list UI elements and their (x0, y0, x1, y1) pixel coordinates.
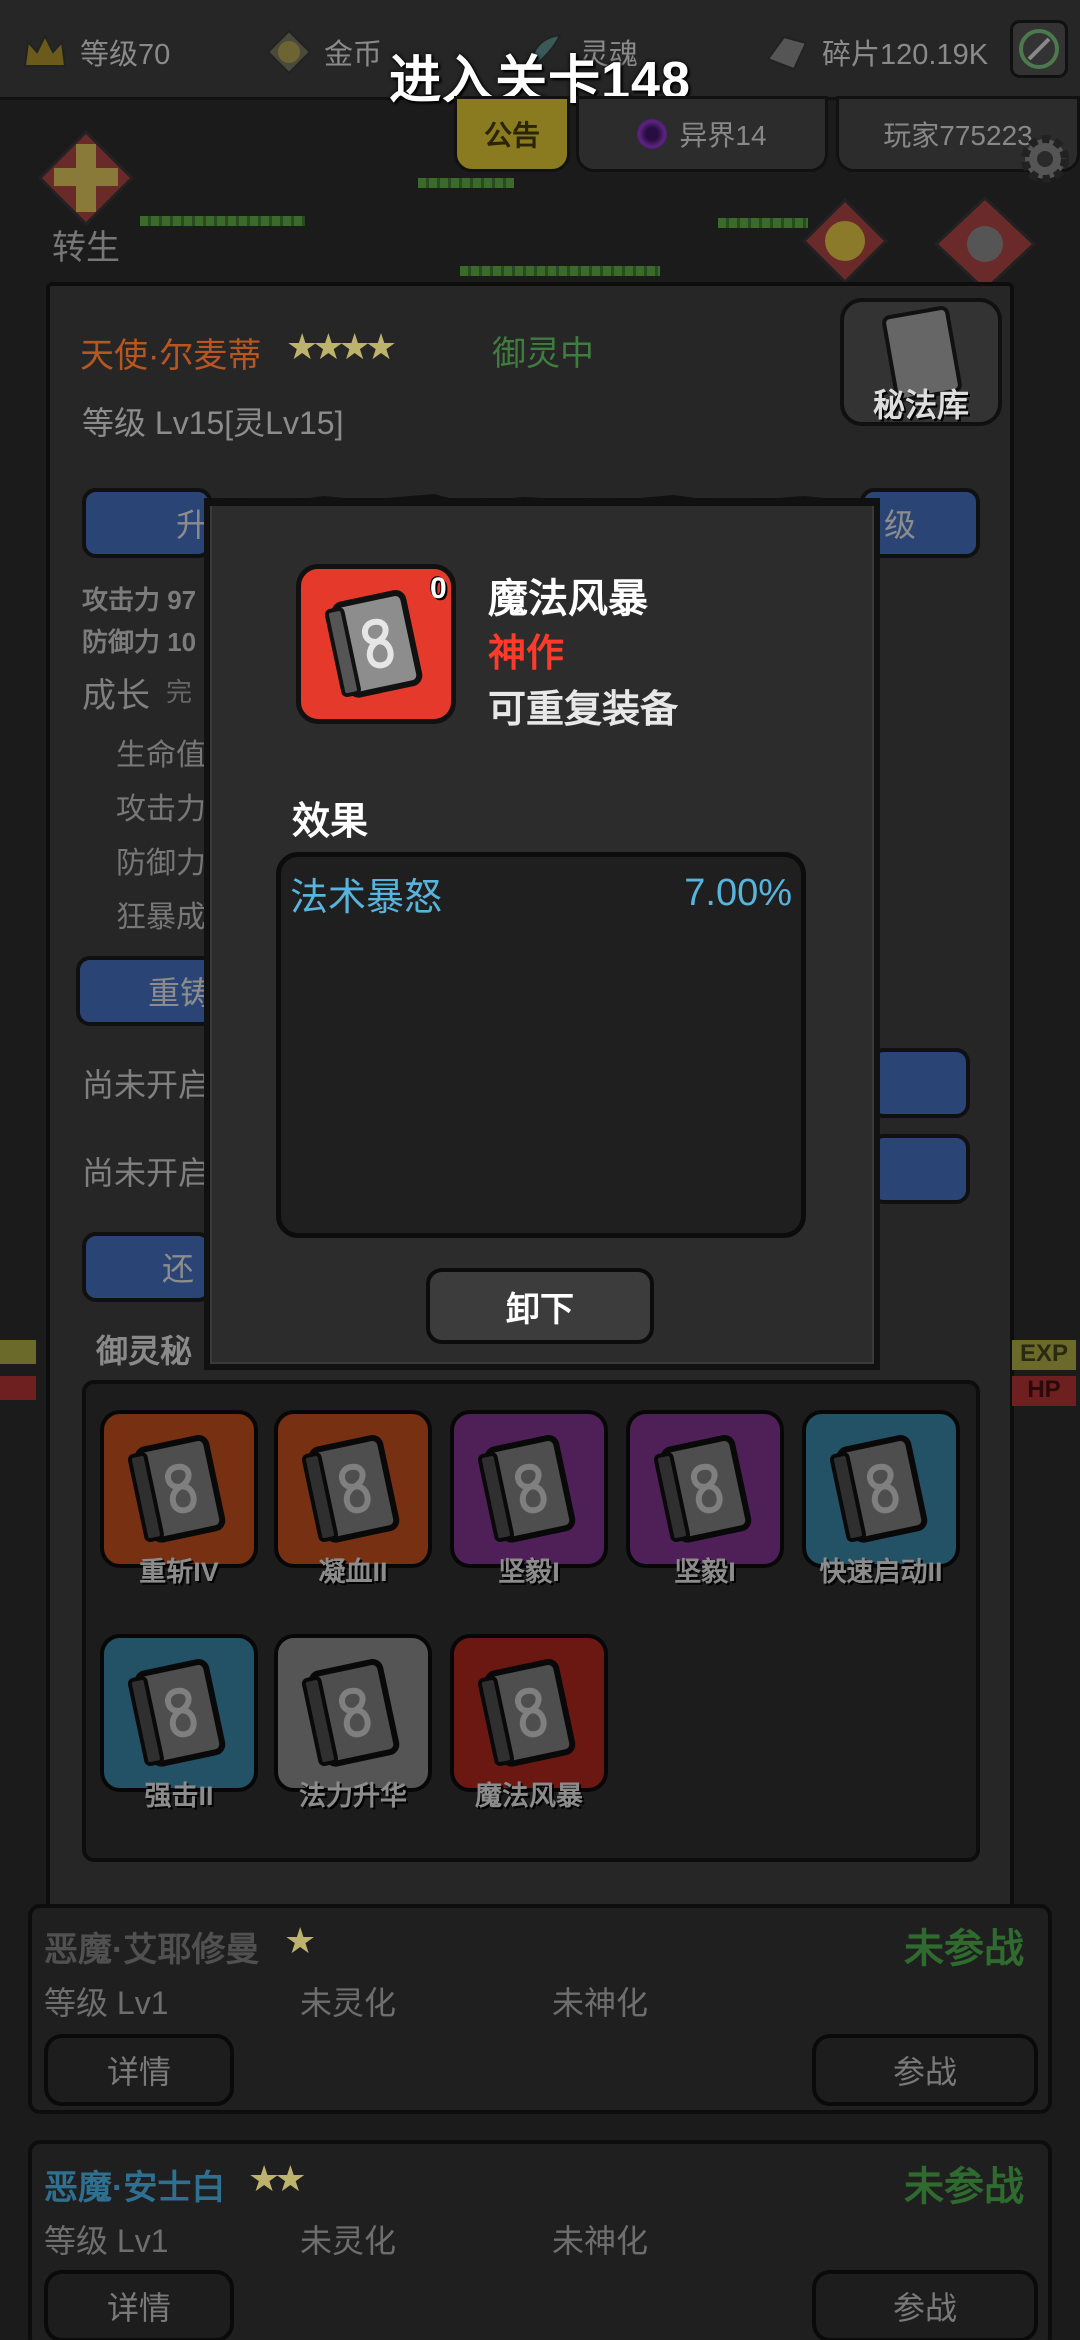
hero-status: 御灵中 (492, 335, 594, 373)
locked-slot-2: 尚未开启 (82, 1155, 211, 1191)
growth-defense: 防御力 (116, 847, 206, 880)
card-stars: ★ (284, 1920, 316, 1961)
spellbook-icon (301, 1435, 400, 1543)
exp-label: EXP (1012, 1340, 1076, 1370)
spellbook-icon (477, 1659, 576, 1767)
reforge-button[interactable]: 重铸 (76, 956, 216, 1026)
item-rarity: 神作 (488, 633, 565, 675)
library-label[interactable]: 秘法库 (856, 380, 986, 426)
item-count: 0 (430, 572, 447, 605)
torn-edge (204, 494, 880, 506)
restore-button[interactable]: 还 (82, 1232, 212, 1302)
card-spirit: 未灵化 (300, 2223, 397, 2259)
spellbook-icon (301, 1659, 400, 1767)
effect-name: 法术暴怒 (290, 877, 443, 919)
hp-strip (0, 1376, 36, 1400)
rebirth-label[interactable]: 转生 (52, 220, 120, 269)
hp-bar (418, 178, 514, 188)
spellbook-icon (829, 1435, 928, 1543)
gear-icon[interactable] (1014, 128, 1076, 190)
join-battle-button[interactable]: 参战 (812, 2034, 1038, 2106)
skill-label: 重斩IV (139, 1557, 219, 1587)
skill-slot[interactable] (450, 1634, 608, 1792)
spellbook-icon (477, 1435, 576, 1543)
defense-stat: 防御力 10 (82, 627, 197, 657)
hp-bar (460, 266, 660, 276)
skill-slot[interactable] (274, 1634, 432, 1792)
slot-button-2[interactable] (870, 1134, 970, 1204)
growth-attack: 攻击力 (116, 793, 206, 826)
card-spirit: 未灵化 (300, 1985, 397, 2021)
item-name: 魔法风暴 (488, 577, 648, 621)
tab-notice[interactable]: 公告 (454, 96, 570, 172)
slot-button-1[interactable] (870, 1048, 970, 1118)
growth-tag: 完 (166, 677, 193, 707)
card-divine: 未神化 (552, 1985, 649, 2021)
detail-button[interactable]: 详情 (44, 2034, 234, 2106)
exp-strip (0, 1340, 36, 1364)
spellbook-icon (127, 1435, 226, 1543)
growth-hp: 生命值 (116, 739, 206, 772)
card-name: 恶魔·艾耶修曼 (44, 1931, 260, 1969)
attack-stat: 攻击力 97 (82, 585, 197, 615)
skill-slot[interactable] (802, 1410, 960, 1568)
join-battle-button[interactable]: 参战 (812, 2270, 1038, 2340)
hero-name: 天使·尔麦蒂 (80, 337, 262, 375)
skill-label: 魔法风暴 (475, 1781, 583, 1811)
hp-bar (140, 216, 305, 226)
spellbook-icon (653, 1435, 752, 1543)
spellbook-icon (127, 1659, 226, 1767)
growth-rage: 狂暴成 (116, 901, 206, 934)
skill-slot[interactable] (626, 1410, 784, 1568)
item-repeatable: 可重复装备 (488, 689, 679, 731)
unequip-button[interactable]: 卸下 (426, 1268, 654, 1344)
upgrade-button[interactable]: 升 (82, 488, 212, 558)
card-status: 未参战 (904, 2165, 1024, 2209)
skill-label: 法力升华 (299, 1781, 407, 1811)
card-level: 等级 Lv1 (44, 1985, 169, 2021)
locked-slot-1: 尚未开启 (82, 1067, 211, 1103)
detail-button[interactable]: 详情 (44, 2270, 234, 2340)
hero-level: 等级 Lv15[灵Lv15] (82, 405, 344, 441)
skill-slot[interactable] (450, 1410, 608, 1568)
skill-slot[interactable] (100, 1634, 258, 1792)
skill-label: 快速启动II (819, 1557, 943, 1587)
effect-value: 7.00% (684, 872, 792, 914)
menu-emblem-icon[interactable] (930, 194, 1040, 294)
hero-stars: ★★★★ (286, 326, 397, 367)
card-status: 未参战 (904, 1927, 1024, 1971)
shield-emblem-icon (800, 196, 890, 286)
card-name: 恶魔·安士白 (44, 2169, 226, 2207)
hp-label: HP (1012, 1376, 1076, 1406)
skill-label: 坚毅I (498, 1557, 560, 1587)
hp-bar (718, 218, 808, 228)
skill-label: 凝血II (318, 1557, 388, 1587)
secret-section-title: 御灵秘 (96, 1333, 193, 1369)
rebirth-icon[interactable] (36, 128, 136, 228)
realm-label: 异界14 (679, 120, 767, 151)
skill-label: 强击II (144, 1781, 214, 1811)
skill-label: 坚毅I (674, 1557, 736, 1587)
growth-title: 成长 (82, 677, 150, 715)
skill-slot[interactable] (274, 1410, 432, 1568)
spellbook-icon (324, 590, 423, 698)
card-stars: ★★ (248, 2158, 306, 2199)
card-level: 等级 Lv1 (44, 2223, 169, 2259)
skill-slot[interactable] (100, 1410, 258, 1568)
card-divine: 未神化 (552, 2223, 649, 2259)
tab-realm[interactable]: 异界14 (576, 96, 828, 172)
vortex-icon (637, 119, 668, 149)
effect-title: 效果 (292, 801, 369, 843)
